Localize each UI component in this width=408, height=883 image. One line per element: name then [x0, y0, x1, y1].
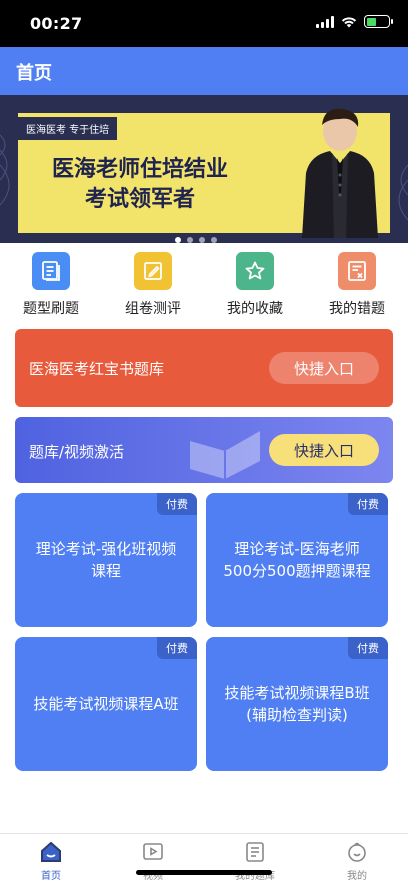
banner-dot[interactable] [175, 237, 181, 243]
nav-bar: 首页 [0, 47, 408, 95]
entry-title: 医海医考红宝书题库 [29, 360, 165, 378]
course-title: 理论考试-强化班视频 课程 [23, 493, 189, 627]
status-icons [316, 15, 393, 28]
quick-item-exam[interactable]: 组卷测评 [108, 252, 198, 322]
promo-banner[interactable]: 医海医考 专于住培 医海老师住培结业 考试领军者 [0, 95, 408, 243]
tab-profile[interactable]: 我的 [306, 834, 408, 883]
list-icon [32, 252, 70, 290]
status-time: 00:27 [30, 14, 83, 33]
course-title-line: 理论考试-强化班视频 [35, 540, 177, 558]
course-card[interactable]: 付费 理论考试-强化班视频 课程 [15, 493, 197, 627]
battery-icon [364, 15, 393, 28]
course-title-line: 课程 [90, 562, 121, 580]
redbook-question-bank-card[interactable]: 医海医考红宝书题库 快捷入口 [15, 329, 393, 407]
course-title-line: (辅助检查判读) [246, 706, 348, 724]
quick-item-label: 我的收藏 [227, 301, 283, 317]
star-icon [236, 252, 274, 290]
banner-dot[interactable] [187, 237, 193, 243]
course-card[interactable]: 付费 技能考试视频课程B班 (辅助检查判读) [206, 637, 388, 771]
quick-item-label: 组卷测评 [125, 301, 181, 317]
question-bank-icon [246, 842, 264, 862]
tab-home[interactable]: 首页 [0, 834, 102, 883]
course-title-line: 理论考试-医海老师 [234, 540, 360, 558]
banner-pagination[interactable] [175, 237, 217, 243]
home-indicator [136, 870, 272, 875]
banner-headline: 医海老师住培结业 考试领军者 [30, 155, 250, 215]
banner-dot[interactable] [211, 237, 217, 243]
banner-dot[interactable] [199, 237, 205, 243]
teacher-photo [302, 108, 378, 238]
tab-video[interactable]: 视频 [102, 834, 204, 883]
course-card[interactable]: 付费 理论考试-医海老师 500分500题押题课程 [206, 493, 388, 627]
banner-tag: 医海医考 专于住培 [18, 117, 118, 140]
entry-title: 题库/视频激活 [29, 443, 125, 461]
wifi-icon [341, 16, 357, 27]
edit-icon [134, 252, 172, 290]
tab-label: 我的 [347, 871, 367, 882]
page-title: 首页 [16, 63, 52, 84]
banner-headline-line1: 医海老师住培结业 [51, 157, 228, 182]
wrong-icon [338, 252, 376, 290]
course-title: 技能考试视频课程A班 [23, 637, 189, 771]
activation-card[interactable]: 题库/视频激活 快捷入口 [15, 417, 393, 483]
quick-item-favorites[interactable]: 我的收藏 [210, 252, 300, 322]
quick-item-label: 我的错题 [329, 301, 385, 317]
tab-question-bank[interactable]: 我的题库 [204, 834, 306, 883]
quick-item-label: 题型刷题 [23, 301, 79, 317]
status-bar: 00:27 [0, 0, 408, 47]
video-icon [143, 843, 163, 860]
banner-headline-line2: 考试领军者 [84, 187, 195, 212]
course-title: 技能考试视频课程B班 (辅助检查判读) [214, 637, 380, 771]
course-title-line: 技能考试视频课程A班 [33, 695, 179, 713]
cellular-signal-icon [316, 15, 334, 28]
quick-actions: 题型刷题 组卷测评 我的收藏 我的错题 [0, 252, 408, 322]
quick-entry-button[interactable]: 快捷入口 [269, 352, 379, 384]
tab-bar: 首页 视频 我的题库 我的 [0, 833, 408, 883]
quick-item-mistakes[interactable]: 我的错题 [312, 252, 402, 322]
home-icon [41, 841, 61, 862]
profile-icon [348, 842, 366, 862]
book-icon [190, 431, 260, 479]
quick-item-practice[interactable]: 题型刷题 [6, 252, 96, 322]
course-title-line: 500分500题押题课程 [223, 562, 371, 580]
course-title: 理论考试-医海老师 500分500题押题课程 [214, 493, 380, 627]
course-title-line: 技能考试视频课程B班 [224, 684, 370, 702]
course-card[interactable]: 付费 技能考试视频课程A班 [15, 637, 197, 771]
quick-entry-button[interactable]: 快捷入口 [269, 434, 379, 466]
tab-label: 首页 [41, 871, 61, 882]
